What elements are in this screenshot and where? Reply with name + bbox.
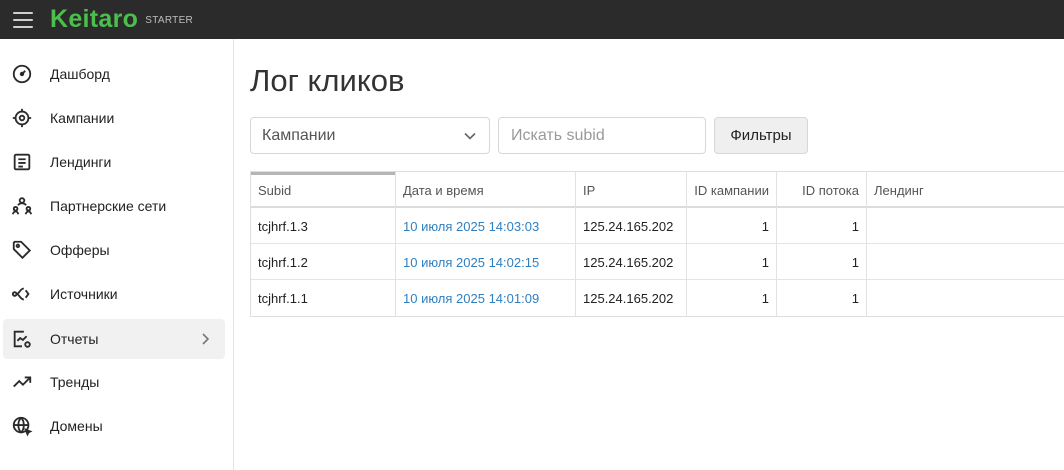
- column-header-datetime[interactable]: Дата и время: [396, 172, 576, 208]
- top-bar: Keitaro STARTER: [0, 0, 1064, 39]
- cell-landing: [867, 280, 1064, 316]
- plan-badge: STARTER: [145, 15, 194, 26]
- sidebar-item-label: Лендинги: [50, 154, 112, 170]
- sidebar-item-sources[interactable]: Источники: [3, 274, 225, 314]
- cell-datetime: 10 июля 2025 14:01:09: [396, 280, 576, 316]
- cell-stream-id: 1: [777, 208, 867, 244]
- cell-subid: tcjhrf.1.2: [251, 244, 396, 280]
- partner-networks-icon: [11, 195, 33, 217]
- page-title: Лог кликов: [250, 63, 405, 98]
- sidebar-item-label: Дашборд: [50, 66, 110, 82]
- cell-landing: [867, 208, 1064, 244]
- sidebar-item-label: Источники: [50, 286, 118, 302]
- column-header-landing[interactable]: Лендинг: [867, 172, 1064, 208]
- brand-logo[interactable]: Keitaro: [50, 5, 138, 34]
- table-row: tcjhrf.1.1 10 июля 2025 14:01:09 125.24.…: [251, 280, 1064, 316]
- table-row: tcjhrf.1.3 10 июля 2025 14:03:03 125.24.…: [251, 208, 1064, 244]
- dashboard-icon: [11, 63, 33, 85]
- sidebar-item-label: Домены: [50, 418, 103, 434]
- sidebar-item-label: Отчеты: [50, 331, 99, 347]
- cell-stream-id: 1: [777, 244, 867, 280]
- sidebar-item-label: Офферы: [50, 242, 110, 258]
- sidebar-item-label: Кампании: [50, 110, 115, 126]
- table-header: Subid Дата и время IP ID кампании ID пот…: [251, 172, 1064, 208]
- sidebar-item-landings[interactable]: Лендинги: [3, 142, 225, 182]
- cell-datetime: 10 июля 2025 14:03:03: [396, 208, 576, 244]
- campaign-select-value: Кампании: [262, 126, 336, 144]
- menu-icon[interactable]: [13, 11, 33, 28]
- sidebar: Дашборд Кампании Лендинги Партнерские се…: [0, 39, 234, 470]
- cell-landing: [867, 244, 1064, 280]
- sidebar-item-domains[interactable]: Домены: [3, 406, 225, 446]
- target-icon: [11, 107, 33, 129]
- column-header-ip[interactable]: IP: [576, 172, 687, 208]
- sidebar-item-reports[interactable]: Отчеты: [3, 319, 225, 359]
- column-header-stream-id[interactable]: ID потока: [777, 172, 867, 208]
- datetime-link[interactable]: 10 июля 2025 14:02:15: [403, 255, 539, 270]
- clicks-table: Subid Дата и время IP ID кампании ID пот…: [250, 171, 1064, 317]
- sidebar-item-dashboard[interactable]: Дашборд: [3, 54, 225, 94]
- source-icon: [11, 283, 33, 305]
- datetime-link[interactable]: 10 июля 2025 14:03:03: [403, 219, 539, 234]
- filters-button[interactable]: Фильтры: [714, 117, 808, 154]
- campaign-select[interactable]: Кампании: [250, 117, 490, 154]
- sidebar-item-label: Тренды: [50, 374, 100, 390]
- sidebar-item-offers[interactable]: Офферы: [3, 230, 225, 270]
- column-header-campaign-id[interactable]: ID кампании: [687, 172, 777, 208]
- trend-icon: [11, 371, 33, 393]
- cell-ip: 125.24.165.202: [576, 208, 687, 244]
- cell-ip: 125.24.165.202: [576, 280, 687, 316]
- chevron-right-icon: [197, 331, 213, 347]
- landing-page-icon: [11, 151, 33, 173]
- cell-subid: tcjhrf.1.1: [251, 280, 396, 316]
- cell-stream-id: 1: [777, 280, 867, 316]
- table-row: tcjhrf.1.2 10 июля 2025 14:02:15 125.24.…: [251, 244, 1064, 280]
- reports-icon: [11, 328, 33, 350]
- sidebar-item-trends[interactable]: Тренды: [3, 362, 225, 402]
- sidebar-item-partner-networks[interactable]: Партнерские сети: [3, 186, 225, 226]
- sidebar-item-campaigns[interactable]: Кампании: [3, 98, 225, 138]
- column-header-subid[interactable]: Subid: [251, 172, 396, 208]
- cell-campaign-id: 1: [687, 280, 777, 316]
- cell-datetime: 10 июля 2025 14:02:15: [396, 244, 576, 280]
- cell-subid: tcjhrf.1.3: [251, 208, 396, 244]
- subid-search-input[interactable]: [498, 117, 706, 154]
- cell-campaign-id: 1: [687, 244, 777, 280]
- sidebar-item-label: Партнерские сети: [50, 198, 167, 214]
- datetime-link[interactable]: 10 июля 2025 14:01:09: [403, 291, 539, 306]
- chevron-down-icon: [463, 129, 477, 143]
- main-content: Лог кликов Кампании Фильтры Subid Дата и…: [235, 39, 1064, 470]
- globe-icon: [11, 415, 33, 437]
- cell-ip: 125.24.165.202: [576, 244, 687, 280]
- cell-campaign-id: 1: [687, 208, 777, 244]
- tag-icon: [11, 239, 33, 261]
